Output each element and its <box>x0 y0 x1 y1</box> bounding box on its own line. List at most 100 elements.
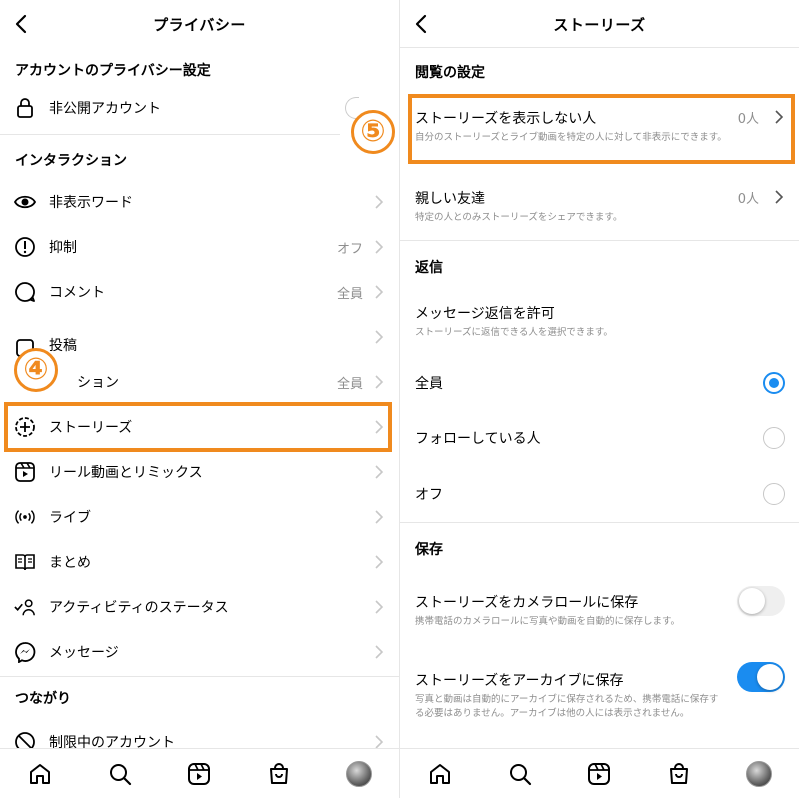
chevron-right-icon <box>375 465 384 479</box>
profile-avatar[interactable] <box>746 760 773 787</box>
close-friends-subtitle: 特定の人とのみストーリーズをシェアできます。 <box>415 212 623 223</box>
alert-circle-icon <box>14 236 36 258</box>
back-arrow-icon[interactable] <box>410 12 434 36</box>
save-camera-subtitle: 携帯電話のカメラロールに写真や動画を自動的に保存します。 <box>415 616 681 627</box>
menu-item-label: 投稿 <box>49 338 77 354</box>
menu-item-limits[interactable]: 抑制 オフ <box>0 225 399 269</box>
menu-item-value: 全員 <box>336 376 363 392</box>
home-icon[interactable] <box>27 761 53 787</box>
highlight-frame-stories <box>4 402 392 452</box>
reply-option-label: 全員 <box>415 376 443 392</box>
section-save: 保存 <box>415 542 443 558</box>
radio-unselected[interactable] <box>763 483 785 505</box>
menu-item-messages[interactable]: メッセージ <box>0 630 399 674</box>
toggle-knob <box>739 588 765 614</box>
messenger-icon <box>14 641 36 663</box>
divider <box>400 47 799 48</box>
message-reply-subtitle: ストーリーズに返信できる人を選択できます。 <box>415 327 613 338</box>
menu-item-label: ション <box>77 375 119 391</box>
page-title: プライバシー <box>153 15 246 34</box>
divider <box>0 134 340 135</box>
back-arrow-icon[interactable] <box>10 12 34 36</box>
chevron-right-icon <box>375 510 384 524</box>
divider <box>400 240 799 241</box>
search-icon[interactable] <box>507 761 533 787</box>
menu-item-activity-status[interactable]: アクティビティのステータス <box>0 585 399 629</box>
menu-item-label: リール動画とリミックス <box>49 465 203 481</box>
bottom-tab-bar <box>0 748 399 798</box>
menu-item-posts[interactable]: 投稿 <box>0 315 399 359</box>
close-friends-row[interactable]: 親しい友達 特定の人とのみストーリーズをシェアできます。 0人 <box>415 188 785 228</box>
divider <box>400 522 799 523</box>
message-reply-row: メッセージ返信を許可 ストーリーズに返信できる人を選択できます。 <box>415 303 785 343</box>
menu-item-live[interactable]: ライブ <box>0 495 399 539</box>
menu-item-label: 抑制 <box>49 240 77 256</box>
reply-option-off[interactable]: オフ <box>415 474 785 514</box>
shop-icon[interactable] <box>266 761 292 787</box>
reply-option-label: オフ <box>415 487 443 503</box>
divider <box>0 676 399 677</box>
message-reply-title: メッセージ返信を許可 <box>415 306 555 322</box>
save-archive-title: ストーリーズをアーカイブに保存 <box>415 673 624 689</box>
stories-screen: ストーリーズ 閲覧の設定 ストーリーズを表示しない人 自分のストーリーズとライブ… <box>400 0 799 798</box>
menu-item-mentions[interactable]: ション 全員 <box>0 360 399 404</box>
chevron-right-icon <box>375 735 384 749</box>
chevron-right-icon <box>775 190 784 204</box>
close-friends-title: 親しい友達 <box>415 191 485 207</box>
radio-unselected[interactable] <box>763 427 785 449</box>
reply-option-following[interactable]: フォローしている人 <box>415 418 785 458</box>
profile-avatar[interactable] <box>346 760 373 787</box>
menu-item-value: オフ <box>336 241 363 257</box>
search-icon[interactable] <box>107 761 133 787</box>
chevron-right-icon <box>375 375 384 389</box>
menu-item-label: 非表示ワード <box>49 195 133 211</box>
save-archive-subtitle: 写真と動画は自動的にアーカイブに保存されるため、携帯電話に保存する必要はありませ… <box>415 694 719 719</box>
menu-item-label: まとめ <box>49 555 91 571</box>
reels-icon[interactable] <box>586 761 612 787</box>
stories-header: ストーリーズ <box>400 0 799 48</box>
home-icon[interactable] <box>427 761 453 787</box>
toggle-knob <box>757 664 783 690</box>
chevron-right-icon <box>375 285 384 299</box>
save-archive-toggle[interactable] <box>737 662 785 692</box>
radio-selected[interactable] <box>763 372 785 394</box>
private-account-label: 非公開アカウント <box>49 101 161 117</box>
save-camera-roll-row: ストーリーズをカメラロールに保存 携帯電話のカメラロールに写真や動画を自動的に保… <box>415 586 785 632</box>
bottom-tab-bar <box>400 748 799 798</box>
guide-book-icon <box>14 551 36 573</box>
menu-item-label: アクティビティのステータス <box>49 600 229 616</box>
menu-item-comments[interactable]: コメント 全員 <box>0 270 399 314</box>
menu-item-hidden-words[interactable]: 非表示ワード <box>0 180 399 224</box>
section-connections: つながり <box>15 691 71 707</box>
section-reply: 返信 <box>415 260 443 276</box>
menu-item-label: コメント <box>49 285 105 301</box>
menu-item-reels-remix[interactable]: リール動画とリミックス <box>0 450 399 494</box>
chevron-right-icon <box>375 330 384 344</box>
shop-icon[interactable] <box>666 761 692 787</box>
menu-item-guides[interactable]: まとめ <box>0 540 399 584</box>
privacy-screen: プライバシー アカウントのプライバシー設定 非公開アカウント インタラクション … <box>0 0 399 798</box>
reply-option-label: フォローしている人 <box>415 431 541 447</box>
eye-slash-icon <box>14 191 36 213</box>
step-badge-5: ⑤ <box>351 110 395 154</box>
lock-icon <box>14 97 36 119</box>
reels-icon[interactable] <box>186 761 212 787</box>
close-friends-count: 0人 <box>737 192 759 207</box>
private-account-row[interactable]: 非公開アカウント <box>0 86 399 130</box>
save-archive-row: ストーリーズをアーカイブに保存 写真と動画は自動的にアーカイブに保存されるため、… <box>415 662 785 732</box>
menu-item-value: 全員 <box>336 286 363 302</box>
person-check-icon <box>14 596 36 618</box>
highlight-frame-hide-story <box>408 94 795 164</box>
chevron-right-icon <box>375 240 384 254</box>
section-viewing: 閲覧の設定 <box>415 65 485 81</box>
save-camera-toggle[interactable] <box>737 586 785 616</box>
comment-bubble-icon <box>14 281 36 303</box>
section-account-privacy: アカウントのプライバシー設定 <box>15 63 211 79</box>
chevron-right-icon <box>375 600 384 614</box>
reply-option-everyone[interactable]: 全員 <box>415 363 785 403</box>
save-camera-title: ストーリーズをカメラロールに保存 <box>415 595 639 611</box>
page-title: ストーリーズ <box>553 15 646 34</box>
privacy-header: プライバシー <box>0 0 399 48</box>
menu-item-label: メッセージ <box>49 645 119 661</box>
section-interaction: インタラクション <box>15 153 127 169</box>
